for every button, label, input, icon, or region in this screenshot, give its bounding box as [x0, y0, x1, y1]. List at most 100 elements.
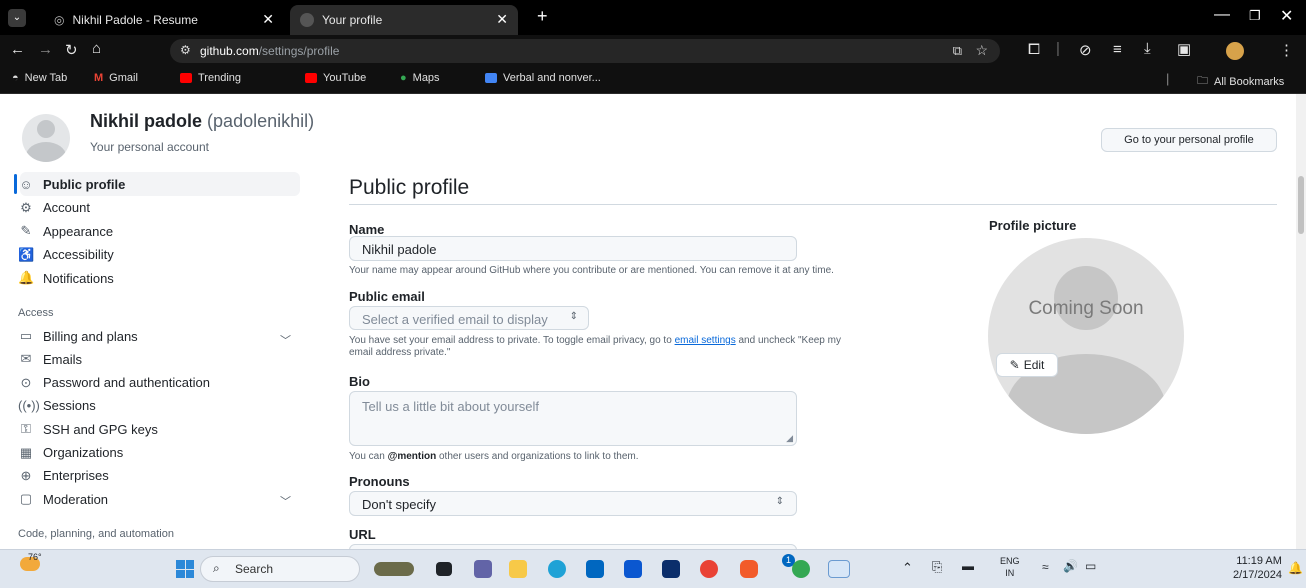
close-window-icon[interactable]: ✕: [1280, 6, 1293, 26]
show-hidden-icons-chevron[interactable]: ⌃: [902, 560, 913, 576]
home-icon[interactable]: ⌂: [92, 40, 101, 57]
bookmark-label: Verbal and nonver...: [503, 72, 601, 84]
public-email-select-value: Select a verified email to display: [362, 312, 548, 327]
sidebar-item-public-profile[interactable]: ☺ Public profile: [18, 173, 125, 195]
bookmark-star-icon[interactable]: ☆: [975, 42, 988, 59]
edge-icon[interactable]: [548, 560, 566, 578]
task-view-icon[interactable]: [436, 562, 452, 576]
windows-start-icon[interactable]: [176, 560, 194, 578]
page-title: Public profile: [349, 176, 470, 199]
side-panel-icon[interactable]: ▣: [1177, 40, 1191, 58]
billing-chevron-down-icon[interactable]: ﹀: [280, 332, 291, 348]
email-settings-link[interactable]: email settings: [675, 335, 736, 346]
sidebar-item-appearance[interactable]: ✎ Appearance: [18, 220, 114, 242]
extensions-icon[interactable]: ⧠: [1028, 41, 1040, 58]
brave-icon[interactable]: [740, 560, 758, 578]
minimize-icon[interactable]: —: [1214, 6, 1230, 24]
weather-widget[interactable]: 76°: [20, 552, 42, 576]
address-bar[interactable]: ⚙ github.com/settings/profile ⧉ ☆: [170, 39, 1000, 63]
sidebar-item-label: SSH and GPG keys: [43, 421, 158, 437]
sidebar-item-organizations[interactable]: ▦ Organizations: [18, 442, 123, 464]
sidebar-item-enterprises[interactable]: ⊕ Enterprises: [18, 465, 109, 487]
name-field[interactable]: Nikhil padole: [349, 236, 797, 261]
wifi-icon[interactable]: ≈: [1042, 560, 1049, 574]
edit-label: Edit: [1023, 358, 1045, 372]
sidebar-item-emails[interactable]: ✉ Emails: [18, 348, 82, 370]
close-tab-icon[interactable]: ✕: [496, 11, 508, 28]
store-icon[interactable]: [586, 560, 604, 578]
chrome-icon[interactable]: [700, 560, 718, 578]
moderation-chevron-down-icon[interactable]: ﹀: [280, 493, 291, 509]
tab-search-button[interactable]: ⌄: [8, 9, 26, 27]
edit-picture-button[interactable]: ✎ Edit: [996, 353, 1058, 377]
email-note-text: and uncheck "Keep my: [735, 335, 841, 346]
bookmark-gmail[interactable]: M Gmail: [94, 72, 138, 84]
landscape-app-icon[interactable]: [374, 562, 414, 576]
dropbox-icon[interactable]: [662, 560, 680, 578]
volume-icon[interactable]: 🔊: [1063, 559, 1078, 573]
profile-picture[interactable]: Coming Soon: [988, 238, 1184, 434]
all-bookmarks[interactable]: 🗀 All Bookmarks: [1197, 72, 1284, 91]
new-tab-button[interactable]: +: [537, 6, 548, 27]
tray-app-icon[interactable]: ⎘: [932, 559, 942, 575]
clock[interactable]: 11:19 AM 2/17/2024: [1233, 554, 1282, 582]
notifications-bell-icon[interactable]: 🔔: [1288, 561, 1303, 575]
sidebar-item-notifications[interactable]: 🔔 Notifications: [18, 267, 114, 289]
cast-icon[interactable]: ⧉: [953, 43, 962, 59]
forward-icon[interactable]: →: [38, 41, 53, 58]
sidebar-item-moderation[interactable]: ▢ Moderation: [18, 488, 108, 510]
reading-list-icon[interactable]: ≡: [1113, 41, 1122, 58]
bio-placeholder: Tell us a little bit about yourself: [362, 399, 540, 414]
teams-icon[interactable]: [474, 560, 492, 578]
bookmark-label: Gmail: [109, 72, 138, 84]
bookmarks-bar: ◓ New Tab M Gmail Trending YouTube ● Maps V…: [0, 67, 1306, 94]
sidebar-item-ssh-and-gpg-keys[interactable]: ⚿ SSH and GPG keys: [18, 418, 158, 440]
bookmark-label: YouTube: [323, 72, 367, 84]
sidebar-heading-code: Code, planning, and automation: [18, 528, 174, 540]
close-tab-icon[interactable]: ✕: [262, 11, 274, 28]
photos-app-icon[interactable]: [828, 560, 850, 578]
bookmark-maps[interactable]: ● Maps: [400, 72, 440, 84]
extension-icon[interactable]: ⊘: [1079, 41, 1092, 59]
sidebar-item-billing-and-plans[interactable]: ▭ Billing and plans: [18, 325, 138, 347]
sidebar-item-label: Account: [43, 200, 90, 215]
page-scrollbar[interactable]: [1296, 94, 1306, 549]
menu-icon[interactable]: ⋮: [1279, 41, 1294, 59]
bookmark-new-tab[interactable]: ◓ New Tab: [12, 72, 67, 84]
bookmark-verbal[interactable]: Verbal and nonver...: [485, 72, 601, 84]
credit-card-icon: ▭: [19, 328, 33, 343]
reload-icon[interactable]: ↻: [65, 41, 78, 59]
name-note: Your name may appear around GitHub where…: [349, 265, 834, 276]
language-indicator[interactable]: ENG IN: [1000, 555, 1020, 579]
bookmark-youtube[interactable]: YouTube: [305, 72, 366, 84]
app-l-icon[interactable]: [624, 560, 642, 578]
file-explorer-icon[interactable]: [509, 560, 527, 578]
resize-handle-icon[interactable]: ◢: [786, 433, 793, 444]
sidebar-item-accessibility[interactable]: ♿ Accessibility: [18, 244, 114, 266]
profile-avatar-icon[interactable]: [1226, 42, 1244, 60]
tab-your-profile[interactable]: Your profile ✕: [290, 5, 518, 35]
select-arrows-icon: ⇕: [569, 311, 578, 322]
bio-textarea[interactable]: Tell us a little bit about yourself ◢: [349, 391, 797, 446]
sidebar-item-sessions[interactable]: ((•)) Sessions: [18, 395, 96, 417]
globe-icon: ⊕: [20, 467, 32, 483]
pronouns-select[interactable]: Don't specify ⇕: [349, 491, 797, 516]
restore-icon[interactable]: ❐: [1249, 8, 1261, 24]
username: (padolenikhil): [207, 111, 315, 131]
sidebar-item-account[interactable]: ⚙ Account: [18, 197, 90, 219]
display-name[interactable]: Nikhil padole: [90, 111, 202, 131]
site-info-icon[interactable]: ⚙: [180, 43, 191, 57]
sidebar-item-password-and-authentication[interactable]: ⊙ Password and authentication: [18, 372, 210, 394]
chrome-profile-icon[interactable]: [792, 560, 810, 578]
back-icon[interactable]: ←: [10, 41, 25, 58]
tab-resume[interactable]: ◎ Nikhil Padole - Resume ✕: [44, 5, 284, 35]
tray-display-icon[interactable]: ▬: [962, 559, 974, 573]
bookmark-trending[interactable]: Trending: [180, 72, 241, 84]
youtube-icon: [180, 73, 192, 83]
key-icon: ⚿: [21, 421, 31, 437]
public-email-select[interactable]: Select a verified email to display ⇕: [349, 306, 589, 330]
go-to-personal-profile-button[interactable]: Go to your personal profile: [1101, 128, 1277, 152]
download-icon[interactable]: ⤓: [1144, 40, 1151, 57]
taskbar-search[interactable]: ⌕ Search: [200, 556, 360, 582]
battery-icon[interactable]: ▭: [1085, 559, 1096, 573]
